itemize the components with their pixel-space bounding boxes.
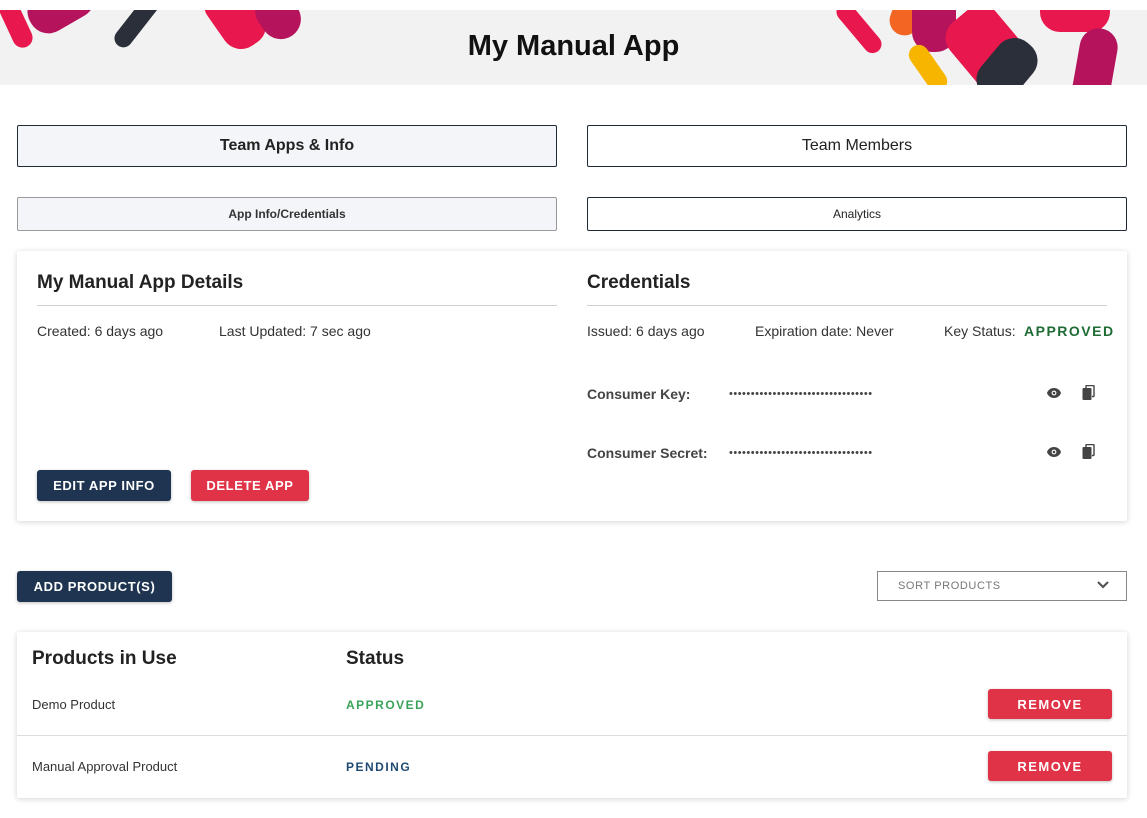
copy-icon[interactable] [1080,384,1098,402]
header-banner: My Manual App [0,10,1147,85]
edit-app-info-button[interactable]: EDIT APP INFO [37,470,171,501]
divider [17,735,1127,736]
tab-label: Analytics [832,207,882,221]
expiration-text: Expiration date: Never [755,323,894,339]
status-badge: APPROVED [346,698,426,712]
consumer-key-label: Consumer Key: [587,386,691,402]
delete-app-button[interactable]: DELETE APP [191,470,309,501]
page-title: My Manual App [467,30,680,62]
status-badge: PENDING [346,760,412,774]
eye-icon[interactable] [1045,443,1063,461]
copy-icon[interactable] [1080,443,1098,461]
tab-analytics[interactable]: Analytics [587,197,1127,231]
remove-button[interactable]: REMOVE [988,751,1112,781]
chevron-down-icon [1096,580,1110,593]
key-status-badge: APPROVED [1024,323,1115,339]
tab-label: Team Members [801,137,913,154]
product-name: Manual Approval Product [32,759,178,774]
tab-app-info-credentials[interactable]: App Info/Credentials [17,197,557,231]
issued-text: Issued: 6 days ago [587,323,705,339]
sort-products-select[interactable]: SORT PRODUCTS [877,571,1127,601]
tab-label: App Info/Credentials [228,207,346,221]
add-products-button[interactable]: ADD PRODUCT(S) [17,571,172,602]
product-name: Demo Product [32,697,116,712]
column-header-product: Products in Use [32,648,177,669]
sort-products-placeholder: SORT PRODUCTS [898,580,1001,592]
divider [37,305,557,306]
column-header-status: Status [346,648,405,669]
products-table [17,632,1127,798]
credentials-title: Credentials [587,272,691,293]
consumer-secret-label: Consumer Secret: [587,445,708,461]
key-status-label: Key Status: [944,323,1016,339]
last-updated-text: Last Updated: 7 sec ago [219,323,371,339]
consumer-secret-value: ••••••••••••••••••••••••••••••••• [729,447,873,459]
tab-label: Team Apps & Info [219,137,355,154]
tab-team-members[interactable]: Team Members [587,125,1127,167]
created-text: Created: 6 days ago [37,323,164,339]
consumer-key-value: ••••••••••••••••••••••••••••••••• [729,388,873,400]
divider [587,305,1107,306]
app-details-title: My Manual App Details [37,272,244,293]
tab-team-apps-info[interactable]: Team Apps & Info [17,125,557,167]
eye-icon[interactable] [1045,384,1063,402]
remove-button[interactable]: REMOVE [988,689,1112,719]
